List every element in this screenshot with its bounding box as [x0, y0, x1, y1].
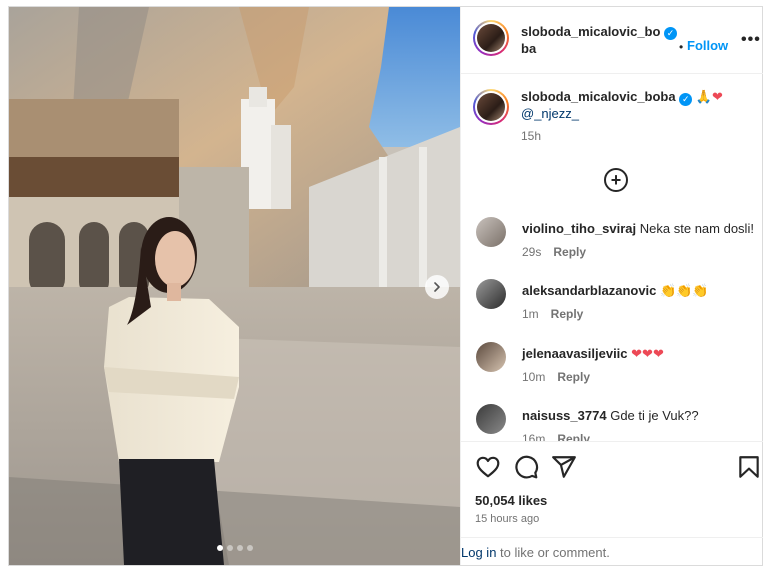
- caption-emojis: 🙏❤: [695, 90, 723, 105]
- comment-item: aleksandarblazanovic 👏👏👏 1m Reply: [461, 274, 763, 334]
- reply-button[interactable]: Reply: [557, 432, 590, 441]
- action-bar: [461, 441, 763, 491]
- post-details-panel: sloboda_micalovic_boba ✓ • Follow ••• sl…: [460, 7, 763, 565]
- load-more-comments-icon[interactable]: +: [604, 168, 628, 192]
- comment-item: naisuss_3774 Gde ti je Vuk?? 16m Reply: [461, 399, 763, 441]
- verified-badge-icon: ✓: [664, 27, 677, 40]
- post-header: sloboda_micalovic_boba ✓ • Follow •••: [461, 7, 763, 74]
- comment-item: violino_tiho_sviraj Neka ste nam dosli! …: [461, 212, 763, 272]
- post-photo[interactable]: [9, 7, 460, 565]
- comment-text: ❤❤❤: [631, 347, 664, 362]
- commenter-avatar[interactable]: [476, 342, 506, 372]
- next-photo-button[interactable]: [425, 275, 449, 299]
- commenter-avatar[interactable]: [476, 279, 506, 309]
- comment-text: 👏👏👏: [660, 284, 709, 299]
- login-prompt: Log in to like or comment.: [461, 537, 763, 565]
- commenter-avatar[interactable]: [476, 217, 506, 247]
- carousel-dot: [226, 545, 233, 551]
- comment-username[interactable]: jelenaavasiljeviic: [522, 346, 628, 361]
- reply-button[interactable]: Reply: [551, 307, 584, 321]
- comment-time[interactable]: 29s: [522, 245, 541, 259]
- comment-time[interactable]: 16m: [522, 432, 545, 441]
- comment-username[interactable]: aleksandarblazanovic: [522, 283, 656, 298]
- comments-list: violino_tiho_sviraj Neka ste nam dosli! …: [461, 212, 763, 441]
- comment-text: Neka ste nam dosli!: [639, 221, 754, 236]
- login-prompt-text: to like or comment.: [496, 545, 610, 560]
- comment-time[interactable]: 10m: [522, 370, 545, 384]
- post-caption: sloboda_micalovic_boba ✓ 🙏❤ @_njezz_ 15h: [461, 75, 763, 143]
- comment-text: Gde ti je Vuk??: [610, 408, 699, 423]
- verified-badge-icon: ✓: [679, 93, 693, 106]
- carousel-dot: [246, 545, 253, 551]
- post-image: [9, 7, 460, 565]
- carousel-indicator: [9, 545, 460, 551]
- heart-icon[interactable]: [475, 454, 501, 480]
- caption-mention[interactable]: @_njezz_: [521, 106, 579, 121]
- comment-username[interactable]: naisuss_3774: [522, 408, 607, 423]
- caption-username[interactable]: sloboda_micalovic_boba: [521, 89, 676, 104]
- comment-time[interactable]: 1m: [522, 307, 539, 321]
- reply-button[interactable]: Reply: [553, 245, 586, 259]
- carousel-dot: [216, 545, 223, 551]
- login-link[interactable]: Log in: [461, 545, 496, 560]
- post-timestamp[interactable]: 15 hours ago: [475, 513, 539, 525]
- chevron-right-icon: [434, 282, 440, 292]
- carousel-dot: [236, 545, 243, 551]
- separator: •: [679, 40, 684, 54]
- caption-avatar[interactable]: [473, 89, 509, 125]
- reply-button[interactable]: Reply: [557, 370, 590, 384]
- likes-count[interactable]: 50,054 likes: [475, 493, 547, 508]
- commenter-avatar[interactable]: [476, 404, 506, 434]
- send-icon[interactable]: [551, 454, 577, 480]
- follow-button[interactable]: Follow: [687, 38, 728, 53]
- comment-username[interactable]: violino_tiho_sviraj: [522, 221, 636, 236]
- caption-time[interactable]: 15h: [521, 129, 541, 143]
- author-username[interactable]: sloboda_micalovic_boba: [521, 23, 663, 57]
- comment-icon[interactable]: [513, 454, 539, 480]
- more-icon[interactable]: •••: [741, 31, 761, 49]
- comment-item: jelenaavasiljeviic ❤❤❤ 10m Reply: [461, 337, 763, 397]
- bookmark-icon[interactable]: [736, 454, 762, 480]
- post-modal: sloboda_micalovic_boba ✓ • Follow ••• sl…: [8, 6, 763, 566]
- author-avatar[interactable]: [473, 20, 509, 56]
